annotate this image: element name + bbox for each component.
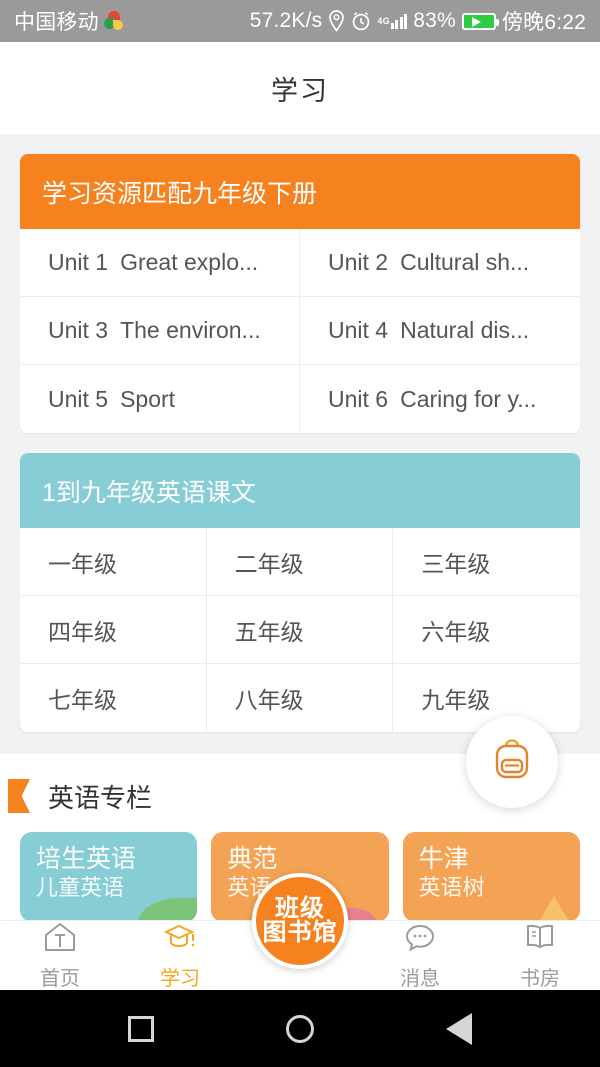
grade-grid: 一年级 二年级 三年级 四年级 五年级 六年级 七年级 八年级 九年级 (20, 528, 580, 732)
unit-number: Unit 4 (328, 317, 389, 343)
unit-item-6[interactable]: Unit 6 Caring for y... (300, 365, 580, 433)
unit-number: Unit 1 (48, 249, 109, 275)
tile-title: 培生英语 (36, 845, 137, 873)
carrier-logo-icon (103, 11, 124, 31)
unit-name: Great explo... (120, 249, 259, 275)
section-marker-icon (8, 779, 30, 813)
grade-item-4[interactable]: 四年级 (20, 596, 207, 664)
network-speed-label: 57.2K/s (249, 9, 323, 32)
unit-number: Unit 5 (48, 385, 109, 412)
battery-icon (461, 12, 499, 30)
backpack-button[interactable] (466, 716, 558, 808)
tile-title: 典范 (227, 845, 278, 873)
backpack-icon (490, 737, 534, 788)
class-library-fab[interactable]: 班级 图书馆 (252, 873, 348, 969)
app-title-bar: 学习 (0, 42, 600, 134)
nav-label: 消息 (400, 967, 440, 990)
unit-grid: Unit 1 Great explo... Unit 2 Cultural sh… (20, 229, 580, 433)
fab-line-2: 图书馆 (262, 919, 338, 946)
square-icon[interactable] (128, 1015, 154, 1042)
phone-screen: 中国移动 57.2K/s 4G 83% 傍晚6:22 学习 学习资源匹配九年级下… (0, 0, 600, 1067)
status-bar: 中国移动 57.2K/s 4G 83% 傍晚6:22 (0, 0, 600, 42)
location-icon (328, 10, 345, 32)
scroll-content[interactable]: 学习资源匹配九年级下册 Unit 1 Great explo... Unit 2… (0, 134, 600, 920)
section-title: 英语专栏 (48, 782, 153, 813)
grade-item-6[interactable]: 六年级 (393, 596, 580, 664)
status-bar-right: 57.2K/s 4G 83% 傍晚6:22 (250, 6, 586, 36)
chat-bubble-icon (403, 921, 437, 959)
unit-number: Unit 3 (48, 317, 109, 343)
nav-label: 首页 (40, 967, 80, 990)
alarm-icon (351, 11, 371, 31)
nav-item-messages[interactable]: 消息 (360, 921, 480, 991)
fab-line-1: 班级 (275, 894, 325, 922)
grade-item-7[interactable]: 七年级 (20, 664, 207, 732)
unit-name: Cultural sh... (400, 249, 530, 275)
nav-label: 学习 (160, 967, 200, 990)
page-title: 学习 (271, 75, 329, 106)
triangle-back-icon[interactable] (446, 1012, 472, 1045)
grade-item-1[interactable]: 一年级 (20, 528, 207, 596)
unit-item-2[interactable]: Unit 2 Cultural sh... (300, 229, 580, 297)
unit-item-3[interactable]: Unit 3 The environ... (20, 297, 300, 365)
unit-name: Caring for y... (400, 385, 537, 412)
unit-item-1[interactable]: Unit 1 Great explo... (20, 229, 300, 297)
circle-icon[interactable] (286, 1014, 314, 1043)
grade-card-header: 1到九年级英语课文 (20, 453, 580, 528)
nav-item-studyroom[interactable]: 书房 (480, 921, 600, 991)
unit-name: Sport (120, 385, 176, 412)
unit-number: Unit 6 (328, 385, 389, 412)
resource-card-title: 学习资源匹配九年级下册 (42, 179, 318, 208)
signal-icon: 4G (377, 13, 408, 29)
nav-item-study[interactable]: 学习 (120, 921, 240, 991)
grade-item-8[interactable]: 八年级 (207, 664, 394, 732)
tree-decoration-icon (533, 896, 574, 920)
unit-number: Unit 2 (328, 249, 389, 275)
grade-card-title: 1到九年级英语课文 (42, 478, 256, 507)
status-bar-left: 中国移动 (14, 6, 124, 36)
unit-name: The environ... (120, 317, 261, 343)
graduation-cap-icon (163, 921, 197, 959)
open-book-icon (523, 921, 557, 959)
signal-bars-icon (390, 13, 408, 29)
tile-title: 牛津 (418, 845, 469, 873)
grade-item-9[interactable]: 九年级 (393, 664, 580, 732)
nav-item-home[interactable]: 首页 (0, 921, 120, 991)
grade-item-2[interactable]: 二年级 (206, 528, 394, 596)
resource-card: 学习资源匹配九年级下册 Unit 1 Great explo... Unit 2… (20, 154, 580, 433)
carrier-label: 中国移动 (14, 11, 99, 34)
grade-card: 1到九年级英语课文 一年级 二年级 三年级 四年级 五年级 六年级 七年级 八年… (20, 453, 580, 732)
unit-name: Natural dis... (400, 317, 530, 343)
network-type-label: 4G (377, 16, 390, 26)
column-tile-3[interactable]: 牛津 英语树 (402, 832, 580, 920)
unit-item-5[interactable]: Unit 5 Sport (20, 365, 300, 433)
clock-label: 傍晚6:22 (501, 11, 586, 34)
nav-label: 书房 (520, 967, 560, 990)
android-system-nav (0, 990, 600, 1067)
resource-card-header: 学习资源匹配九年级下册 (20, 154, 580, 229)
unit-item-4[interactable]: Unit 4 Natural dis... (300, 297, 580, 365)
column-tile-1[interactable]: 培生英语 儿童英语 (20, 832, 198, 920)
grade-item-5[interactable]: 五年级 (206, 596, 394, 664)
home-icon (43, 921, 77, 959)
grade-item-3[interactable]: 三年级 (393, 528, 580, 596)
battery-percent-label: 83% (413, 9, 456, 32)
